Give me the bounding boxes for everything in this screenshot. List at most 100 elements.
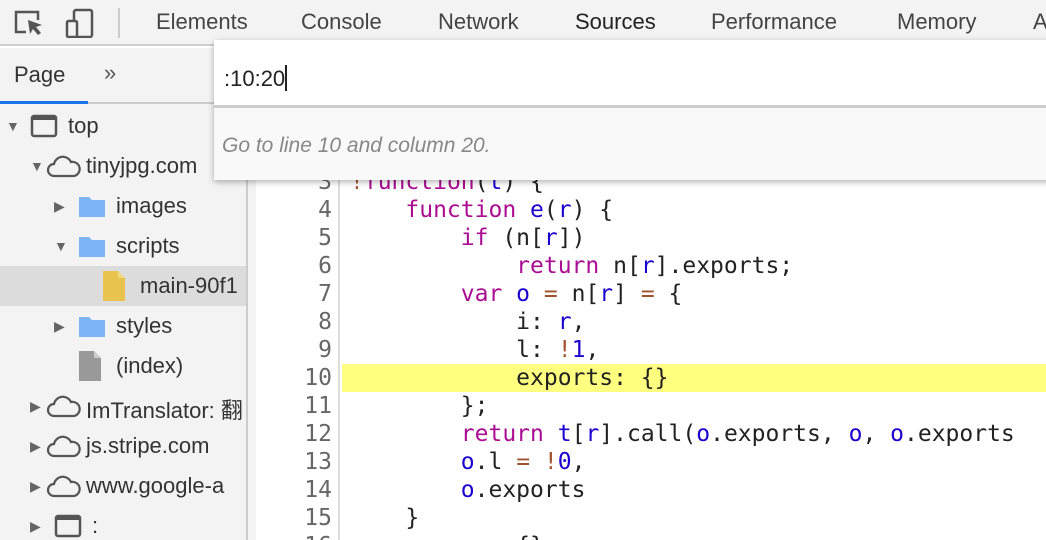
tab-application[interactable]: A	[1033, 9, 1046, 35]
code-text: o.exports	[342, 476, 1046, 504]
collapsed-arrow-icon[interactable]: ▶	[30, 478, 41, 495]
toolbar-divider	[118, 8, 120, 38]
text-token: ].call(	[599, 421, 697, 447]
variable-token: 1	[571, 337, 586, 363]
line-number[interactable]: 13	[256, 448, 332, 476]
text-token: ])	[557, 225, 586, 251]
tab-network[interactable]: Network	[438, 9, 519, 35]
tree-item[interactable]: ▶:	[0, 506, 246, 540]
line-number[interactable]: 8	[256, 308, 332, 336]
text-token: {}	[350, 533, 544, 540]
text-token: }	[350, 505, 420, 531]
code-line[interactable]: 7 var o = n[r] = {	[248, 280, 1046, 308]
code-line[interactable]: 11 };	[248, 392, 1046, 420]
collapsed-arrow-icon[interactable]: ▶	[54, 198, 65, 215]
tree-item-label: top	[68, 113, 99, 138]
tree-item[interactable]: ▶ images	[0, 186, 246, 226]
tree-item[interactable]: ▼ top	[0, 106, 246, 146]
more-tabs-button[interactable]: »	[104, 60, 116, 86]
line-number[interactable]: 5	[256, 224, 332, 252]
variable-token: e	[516, 197, 544, 223]
operator-token: =	[530, 281, 558, 307]
code-text: if (n[r])	[342, 224, 1046, 252]
cloud-icon	[46, 154, 82, 184]
collapsed-arrow-icon[interactable]: ▶	[54, 318, 65, 335]
js-file-icon	[102, 270, 126, 308]
device-toolbar-icon[interactable]	[64, 8, 96, 38]
operator-token: =	[516, 449, 531, 475]
tree-item[interactable]: ▶ js.stripe.com	[0, 426, 246, 466]
navigator-sidebar: Page » ▼ top ▼ tinyjpg.com ▶ images ▼ scripts ma…	[0, 48, 248, 540]
goto-line-input[interactable]: :10:20	[214, 40, 1046, 108]
code-line[interactable]: 9 l: !1,	[248, 336, 1046, 364]
line-number[interactable]: 16	[256, 532, 332, 540]
tree-item[interactable]: ▶ styles	[0, 306, 246, 346]
code-line[interactable]: 13 o.l = !0,	[248, 448, 1046, 476]
code-text: l: !1,	[342, 336, 1046, 364]
line-number[interactable]: 14	[256, 476, 332, 504]
text-token: ) {	[571, 197, 614, 223]
tab-memory[interactable]: Memory	[897, 9, 976, 35]
code-line[interactable]: 5 if (n[r])	[248, 224, 1046, 252]
line-number[interactable]: 9	[256, 336, 332, 364]
goto-line-hint: Go to line 10 and column 20.	[222, 134, 491, 157]
text-token: ,	[585, 337, 600, 363]
code-line[interactable]: 4 function e(r) {	[248, 196, 1046, 224]
tree-item[interactable]: ▶ ImTranslator: 翻	[0, 386, 246, 426]
keyword-token: return	[516, 253, 600, 279]
code-line[interactable]: 12 return t[r].call(o.exports, o, o.expo…	[248, 420, 1046, 448]
code-line[interactable]: 8 i: r,	[248, 308, 1046, 336]
tab-elements[interactable]: Elements	[156, 9, 248, 35]
text-caret	[285, 65, 288, 91]
collapsed-arrow-icon[interactable]: ▶	[30, 518, 41, 535]
variable-token: r	[543, 225, 558, 251]
variable-token: 0	[557, 449, 572, 475]
line-number[interactable]: 7	[256, 280, 332, 308]
tab-page[interactable]: Page	[14, 62, 65, 88]
variable-token: r	[557, 309, 572, 335]
tree-item[interactable]: ▼ tinyjpg.com	[0, 146, 246, 186]
line-number[interactable]: 4	[256, 196, 332, 224]
code-line[interactable]: 14 o.exports	[248, 476, 1046, 504]
tree-item[interactable]: main-90f1	[0, 266, 246, 308]
code-line[interactable]: 16 {}	[248, 532, 1046, 540]
tree-item-label: js.stripe.com	[86, 433, 210, 458]
tab-performance[interactable]: Performance	[711, 9, 837, 35]
line-number[interactable]: 12	[256, 420, 332, 448]
line-number[interactable]: 15	[256, 504, 332, 532]
line-number[interactable]: 10	[256, 364, 332, 392]
line-number[interactable]: 6	[256, 252, 332, 280]
collapsed-arrow-icon[interactable]: ▶	[30, 438, 41, 455]
tree-item[interactable]: (index)	[0, 346, 246, 386]
code-line[interactable]: 6 return n[r].exports;	[248, 252, 1046, 280]
cloud-icon	[46, 434, 82, 464]
tab-console[interactable]: Console	[301, 9, 382, 35]
expanded-arrow-icon[interactable]: ▼	[54, 238, 68, 254]
code-text: return t[r].call(o.exports, o, o.exports	[342, 420, 1046, 448]
tree-item[interactable]: ▶ www.google-a	[0, 466, 246, 506]
operator-token: =	[640, 281, 655, 307]
code-text: i: r,	[342, 308, 1046, 336]
tree-item-label: ImTranslator: 翻	[86, 398, 243, 423]
variable-token: r	[640, 253, 655, 279]
tree-item-label: www.google-a	[86, 473, 225, 498]
code-line[interactable]: 15 }	[248, 504, 1046, 532]
code-line[interactable]: 10 exports: {}	[248, 364, 1046, 392]
tree-item[interactable]: ▼ scripts	[0, 226, 246, 266]
text-token: ].exports;	[654, 253, 794, 279]
tab-sources[interactable]: Sources	[575, 9, 656, 35]
variable-token: o	[848, 421, 863, 447]
code-text: o.l = !0,	[342, 448, 1046, 476]
variable-token: o	[696, 421, 711, 447]
line-number[interactable]: 11	[256, 392, 332, 420]
operator-token: !	[530, 449, 558, 475]
text-token: l:	[350, 337, 558, 363]
expanded-arrow-icon[interactable]: ▼	[6, 118, 20, 134]
text-token: i:	[350, 309, 558, 335]
collapsed-arrow-icon[interactable]: ▶	[30, 398, 41, 415]
expanded-arrow-icon[interactable]: ▼	[30, 158, 44, 174]
inspect-element-icon[interactable]	[14, 8, 46, 38]
